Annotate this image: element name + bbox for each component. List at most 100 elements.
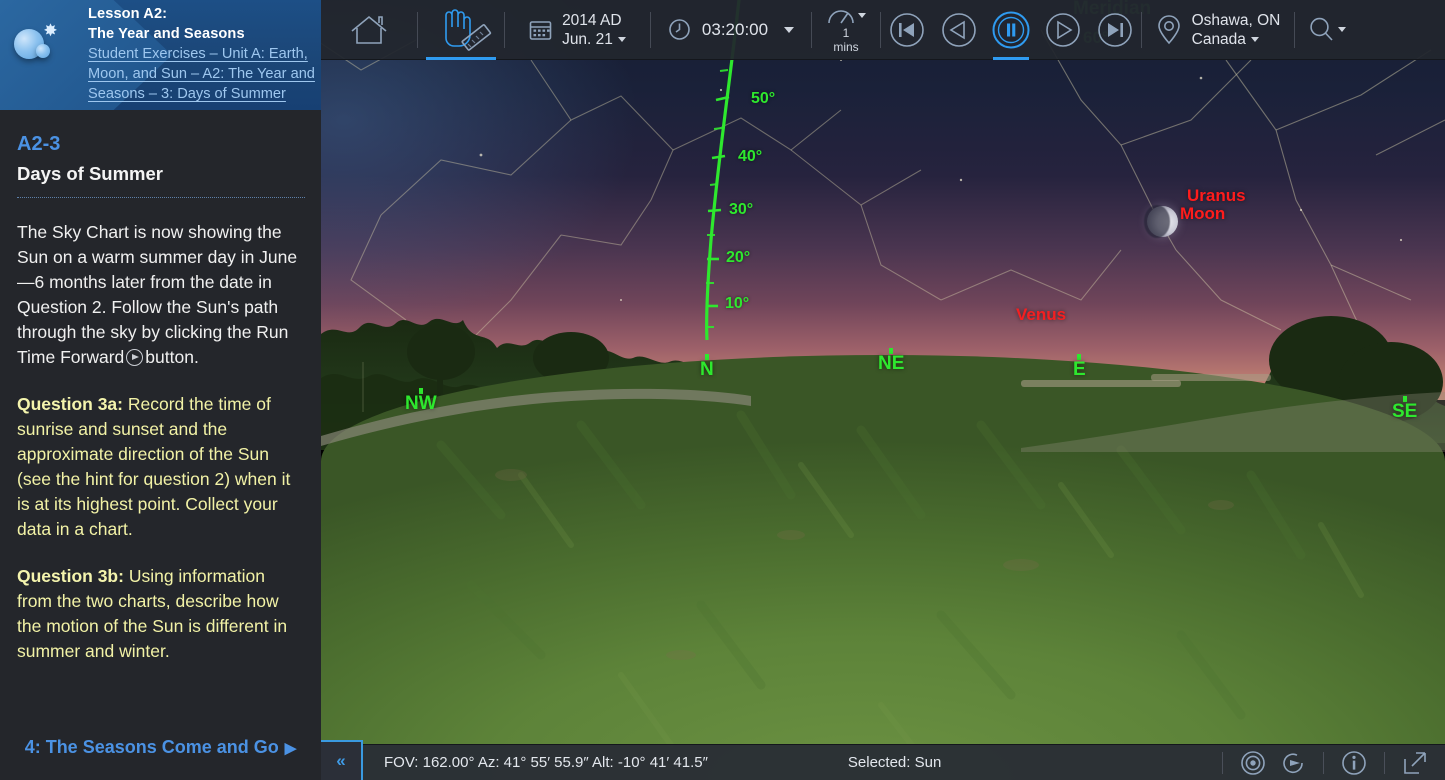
statusbar-divider (1222, 752, 1223, 774)
lesson-name: The Year and Seasons (88, 24, 320, 44)
hand-ruler-tool-button[interactable] (418, 0, 504, 60)
altitude-label-30: 30° (729, 201, 753, 219)
skip-backward-icon (888, 11, 926, 49)
chevron-down-icon[interactable] (618, 37, 626, 42)
run-time-forward-inline-icon[interactable] (126, 349, 143, 366)
date-year: 2014 AD (562, 11, 626, 30)
statusbar-divider (1384, 752, 1385, 774)
sun-icon: ✸ (42, 22, 59, 39)
compass-se: SE (1392, 396, 1417, 423)
time-rate-dial-icon (827, 6, 855, 26)
location-city: Oshawa, ON (1192, 11, 1281, 30)
question-3b: Question 3b: Using information from the … (17, 564, 304, 664)
date-button[interactable]: 2014 AD Jun. 21 (505, 0, 650, 60)
play-forward-icon (1044, 11, 1082, 49)
date-day-wrap: Jun. 21 (562, 30, 626, 49)
selected-object-readout: Selected: Sun (848, 754, 941, 771)
compass-nw: NW (405, 388, 437, 415)
divider (17, 197, 305, 198)
compass-n: N (700, 354, 714, 381)
active-tool-indicator (426, 57, 496, 60)
statusbar-divider (1323, 752, 1324, 774)
next-lesson-link[interactable]: 4: The Seasons Come and Go ▶ (0, 737, 321, 758)
lesson-label: Lesson A2: (88, 4, 320, 24)
play-backward-icon (940, 11, 978, 49)
lesson-body: A2-3 Days of Summer The Sky Chart is now… (0, 110, 321, 710)
collapse-sidebar-button[interactable]: « (321, 740, 363, 780)
center-target-icon (1240, 750, 1266, 776)
intro-text-part2: button. (145, 347, 199, 367)
compass-e: E (1073, 354, 1086, 381)
breadcrumb[interactable]: Student Exercises – Unit A: Earth, Moon,… (88, 44, 320, 104)
compass-nw-label: NW (405, 393, 437, 414)
lesson-sidebar: ✸ Lesson A2: The Year and Seasons Studen… (0, 0, 321, 780)
fov-readout: FOV: 162.00° Az: 41° 55′ 55.9″ Alt: -10°… (384, 754, 708, 771)
time-button[interactable]: 03:20:00 (651, 0, 811, 60)
intro-text-part1: The Sky Chart is now showing the Sun on … (17, 222, 297, 367)
question-3b-label: Question 3b: (17, 566, 124, 586)
chevron-down-icon[interactable] (858, 13, 866, 18)
altitude-label-50: 50° (751, 90, 775, 108)
top-toolbar: 2014 AD Jun. 21 03:20:00 1 mins (321, 0, 1445, 60)
home-icon (348, 11, 390, 49)
skip-backward-button[interactable] (881, 0, 933, 60)
footpath (321, 362, 1445, 452)
compass-ne: NE (878, 348, 904, 375)
question-3a: Question 3a: Record the time of sunrise … (17, 392, 304, 542)
play-arrow-icon: ▶ (285, 739, 297, 757)
chevron-down-icon[interactable] (1251, 37, 1259, 42)
time-value: 03:20:00 (702, 20, 768, 39)
info-icon (1341, 750, 1367, 776)
chevron-down-icon[interactable] (1338, 27, 1346, 32)
moon-object[interactable] (1147, 206, 1178, 237)
play-backward-button[interactable] (933, 0, 985, 60)
search-icon (1308, 16, 1336, 44)
skip-forward-button[interactable] (1089, 0, 1141, 60)
status-bar-icons (1212, 745, 1445, 780)
location-country-wrap: Canada (1192, 30, 1281, 49)
center-target-button[interactable] (1233, 745, 1273, 780)
altitude-label-40: 40° (738, 148, 762, 166)
fullscreen-expand-button[interactable] (1395, 745, 1435, 780)
question-3a-text: Record the time of sunrise and sunset an… (17, 394, 290, 539)
time-rate-button[interactable]: 1 mins (812, 0, 880, 60)
chevron-down-icon[interactable] (784, 27, 794, 33)
date-day: Jun. 21 (562, 31, 613, 48)
lesson-title-block: Lesson A2: The Year and Seasons Student … (88, 4, 320, 104)
status-bar: FOV: 162.00° Az: 41° 55′ 55.9″ Alt: -10°… (321, 744, 1445, 780)
label-moon[interactable]: Moon (1180, 204, 1225, 224)
location-country: Canada (1192, 31, 1246, 48)
starry-night-app: Meridian 60° 50° 40° 30° 20° 10° Uranus … (0, 0, 1445, 780)
active-playback-indicator (993, 57, 1029, 60)
lesson-header: ✸ Lesson A2: The Year and Seasons Studen… (0, 0, 321, 110)
compass-se-label: SE (1392, 401, 1417, 422)
location-button[interactable]: Oshawa, ON Canada (1142, 0, 1294, 60)
sky-chart-view[interactable]: Meridian 60° 50° 40° 30° 20° 10° Uranus … (321, 0, 1445, 780)
home-button[interactable] (321, 0, 417, 60)
info-button[interactable] (1334, 745, 1374, 780)
planet-small-icon (36, 44, 50, 58)
lesson-subtitle: Days of Summer (17, 162, 304, 186)
skip-forward-icon (1096, 11, 1134, 49)
question-3a-label: Question 3a: (17, 394, 123, 414)
intro-paragraph: The Sky Chart is now showing the Sun on … (17, 220, 304, 370)
search-button[interactable] (1295, 0, 1359, 60)
pause-icon (991, 10, 1031, 50)
compass-ne-label: NE (878, 353, 904, 374)
compass-n-label: N (700, 359, 714, 380)
orbit-rotate-icon (1280, 750, 1306, 776)
play-forward-button[interactable] (1037, 0, 1089, 60)
next-lesson-label: 4: The Seasons Come and Go (25, 737, 279, 757)
lesson-code: A2-3 (17, 132, 304, 156)
time-rate-value: 1 (843, 26, 850, 40)
clock-icon (668, 18, 691, 41)
altitude-label-20: 20° (726, 249, 750, 267)
hand-tool-icon (428, 5, 494, 55)
location-pin-icon (1156, 15, 1182, 45)
time-rate-unit: mins (833, 40, 858, 54)
compass-e-label: E (1073, 359, 1086, 380)
pause-button[interactable] (985, 0, 1037, 60)
orbit-rotate-button[interactable] (1273, 745, 1313, 780)
label-uranus[interactable]: Uranus (1187, 186, 1246, 206)
fullscreen-expand-icon (1402, 750, 1428, 776)
